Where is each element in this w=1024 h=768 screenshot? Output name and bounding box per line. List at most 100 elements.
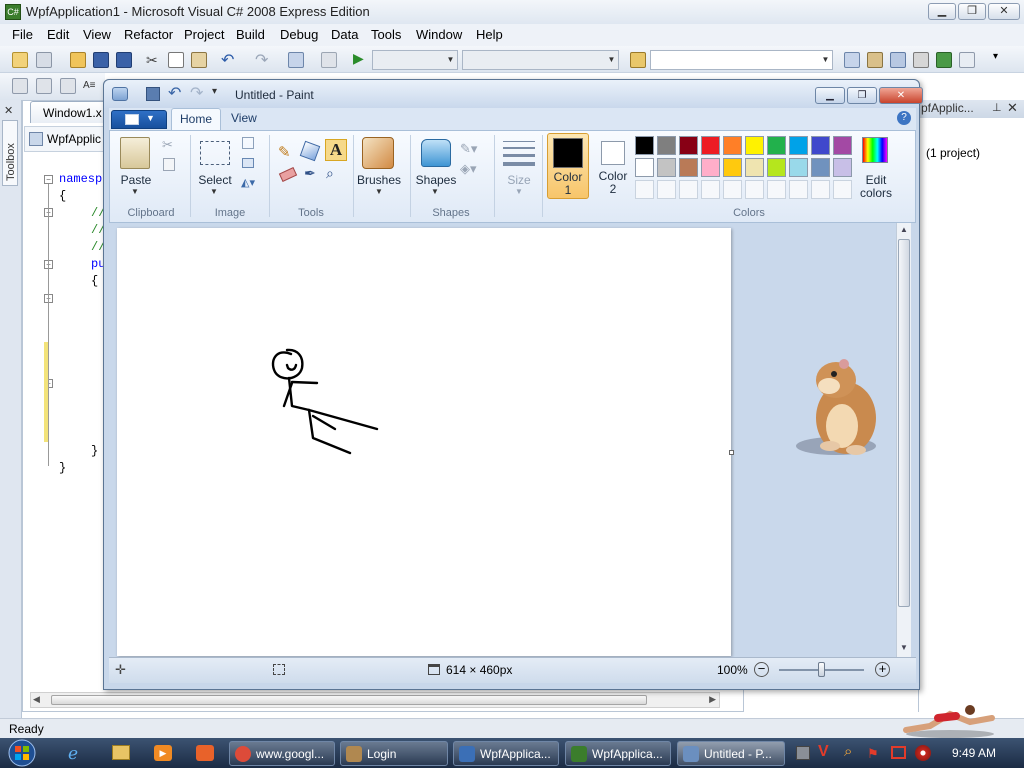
document-tab[interactable]: Window1.x [30, 101, 110, 123]
taskbar-item-vs-blend[interactable]: WpfApplica... [453, 741, 559, 766]
paint-menu-button[interactable]: ▼ [111, 110, 167, 129]
menu-refactor[interactable]: Refactor [124, 27, 173, 42]
navigate-forward-icon[interactable] [321, 52, 337, 68]
palette-swatch[interactable] [723, 158, 742, 177]
tab-view[interactable]: View [231, 111, 257, 125]
internet-explorer-icon[interactable]: ℯ [68, 744, 78, 764]
open-file-icon[interactable] [70, 52, 86, 68]
vs-minimize-button[interactable]: ▁ [928, 3, 956, 20]
save-icon[interactable] [93, 52, 109, 68]
type-navigation-bar[interactable]: WpfApplic [24, 126, 114, 152]
start-page-icon[interactable] [936, 52, 952, 68]
shapes-icon[interactable] [421, 139, 451, 167]
tab-home[interactable]: Home [171, 108, 221, 130]
paint-maximize-button[interactable]: ❐ [847, 87, 877, 104]
help-icon[interactable]: ? [897, 111, 911, 125]
quick-undo-icon[interactable]: ↶ [168, 83, 181, 103]
canvas-vertical-scrollbar[interactable]: ▲ ▼ [896, 223, 911, 657]
solution-configuration-combo[interactable]: ▼ [372, 50, 458, 70]
menu-window[interactable]: Window [416, 27, 462, 42]
color-picker-icon[interactable]: ✒ [304, 165, 316, 182]
paste-icon[interactable] [191, 52, 207, 68]
taskbar-item-chrome[interactable]: www.googl... [229, 741, 335, 766]
palette-swatch[interactable] [833, 136, 852, 155]
palette-swatch[interactable] [745, 136, 764, 155]
scroll-left-icon[interactable]: ◀ [33, 694, 40, 705]
rotate-icon[interactable]: ◭▾ [241, 176, 255, 189]
palette-swatch[interactable] [701, 158, 720, 177]
pin-icon[interactable]: ⊥ [992, 101, 1002, 114]
color2-button[interactable]: Color 2 [592, 133, 634, 199]
palette-swatch[interactable] [767, 158, 786, 177]
zoom-slider-thumb[interactable] [817, 662, 825, 677]
media-player-icon[interactable]: ▶ [154, 745, 172, 761]
paste-button[interactable]: Paste [120, 173, 152, 187]
palette-swatch[interactable] [745, 158, 764, 177]
clock[interactable]: 9:49 AM [952, 746, 996, 760]
edit-colors-label[interactable]: Edit [854, 173, 898, 187]
navigate-backward-icon[interactable] [288, 52, 304, 68]
editor-horizontal-scrollbar[interactable]: ◀ ▶ [30, 692, 720, 708]
paste-icon[interactable] [120, 137, 150, 169]
crop-icon[interactable] [242, 137, 254, 149]
select-icon[interactable] [200, 141, 230, 165]
fill-icon[interactable] [299, 140, 321, 162]
redo-icon[interactable]: ↷ [255, 50, 268, 70]
tray-display-icon[interactable] [891, 746, 906, 759]
copy-icon[interactable] [168, 52, 184, 68]
edit-colors-icon[interactable] [862, 137, 888, 163]
paint-minimize-button[interactable]: ▁ [815, 87, 845, 104]
spacing-icon[interactable] [60, 78, 76, 94]
menu-debug[interactable]: Debug [280, 27, 318, 42]
new-project-icon[interactable] [12, 52, 28, 68]
taskbar-item-paint[interactable]: Untitled - P... [677, 741, 785, 766]
cut-icon[interactable]: ✂ [162, 137, 173, 153]
custom-color-slot[interactable] [635, 180, 654, 199]
solution-explorer-icon[interactable] [867, 52, 883, 68]
brushes-icon[interactable] [362, 137, 394, 169]
size-icon[interactable] [36, 78, 52, 94]
shape-fill-icon[interactable]: ◈▾ [460, 161, 477, 177]
cut-icon[interactable]: ✂ [146, 52, 158, 69]
resize-icon[interactable] [242, 158, 254, 168]
start-button[interactable] [2, 739, 42, 767]
font-size-icon[interactable]: A≡ [83, 80, 96, 91]
palette-swatch[interactable] [657, 136, 676, 155]
toolbar-options-icon[interactable]: ▾ [993, 51, 998, 62]
custom-color-slot[interactable] [789, 180, 808, 199]
canvas-resize-handle[interactable] [729, 450, 734, 455]
palette-swatch[interactable] [679, 136, 698, 155]
palette-swatch[interactable] [635, 136, 654, 155]
palette-swatch[interactable] [701, 136, 720, 155]
collapse-icon[interactable]: − [44, 175, 53, 184]
custom-color-slot[interactable] [723, 180, 742, 199]
outline-icon[interactable]: ✎▾ [460, 141, 477, 157]
pencil-icon[interactable]: ✎ [278, 143, 291, 161]
paint-close-button[interactable]: ✕ [879, 87, 923, 104]
menu-view[interactable]: View [83, 27, 111, 42]
scroll-thumb[interactable] [898, 239, 910, 607]
magnifier-icon[interactable]: ⌕ [326, 165, 334, 182]
properties-icon[interactable] [890, 52, 906, 68]
taskbar-item-login[interactable]: Login [340, 741, 448, 766]
toolbox-icon[interactable] [913, 52, 929, 68]
quick-launch-app-icon[interactable] [196, 745, 214, 761]
palette-swatch[interactable] [811, 136, 830, 155]
add-item-icon[interactable] [36, 52, 52, 68]
menu-build[interactable]: Build [236, 27, 265, 42]
toolbox-tab[interactable]: Toolbox [2, 120, 18, 186]
scroll-thumb[interactable] [51, 695, 647, 705]
palette-swatch[interactable] [789, 158, 808, 177]
customize-quick-access-icon[interactable]: ▾ [212, 86, 217, 97]
palette-swatch[interactable] [657, 158, 676, 177]
find-combo[interactable]: ▼ [650, 50, 833, 70]
quick-save-icon[interactable] [146, 87, 160, 101]
custom-color-slot[interactable] [701, 180, 720, 199]
select-button[interactable]: Select [194, 173, 236, 187]
custom-color-slot[interactable] [767, 180, 786, 199]
copy-icon[interactable] [163, 158, 175, 171]
eraser-icon[interactable] [278, 167, 298, 182]
custom-color-slot[interactable] [679, 180, 698, 199]
close-panel-icon[interactable]: ✕ [1007, 100, 1018, 116]
tray-search-icon[interactable]: ⌕ [844, 743, 852, 760]
